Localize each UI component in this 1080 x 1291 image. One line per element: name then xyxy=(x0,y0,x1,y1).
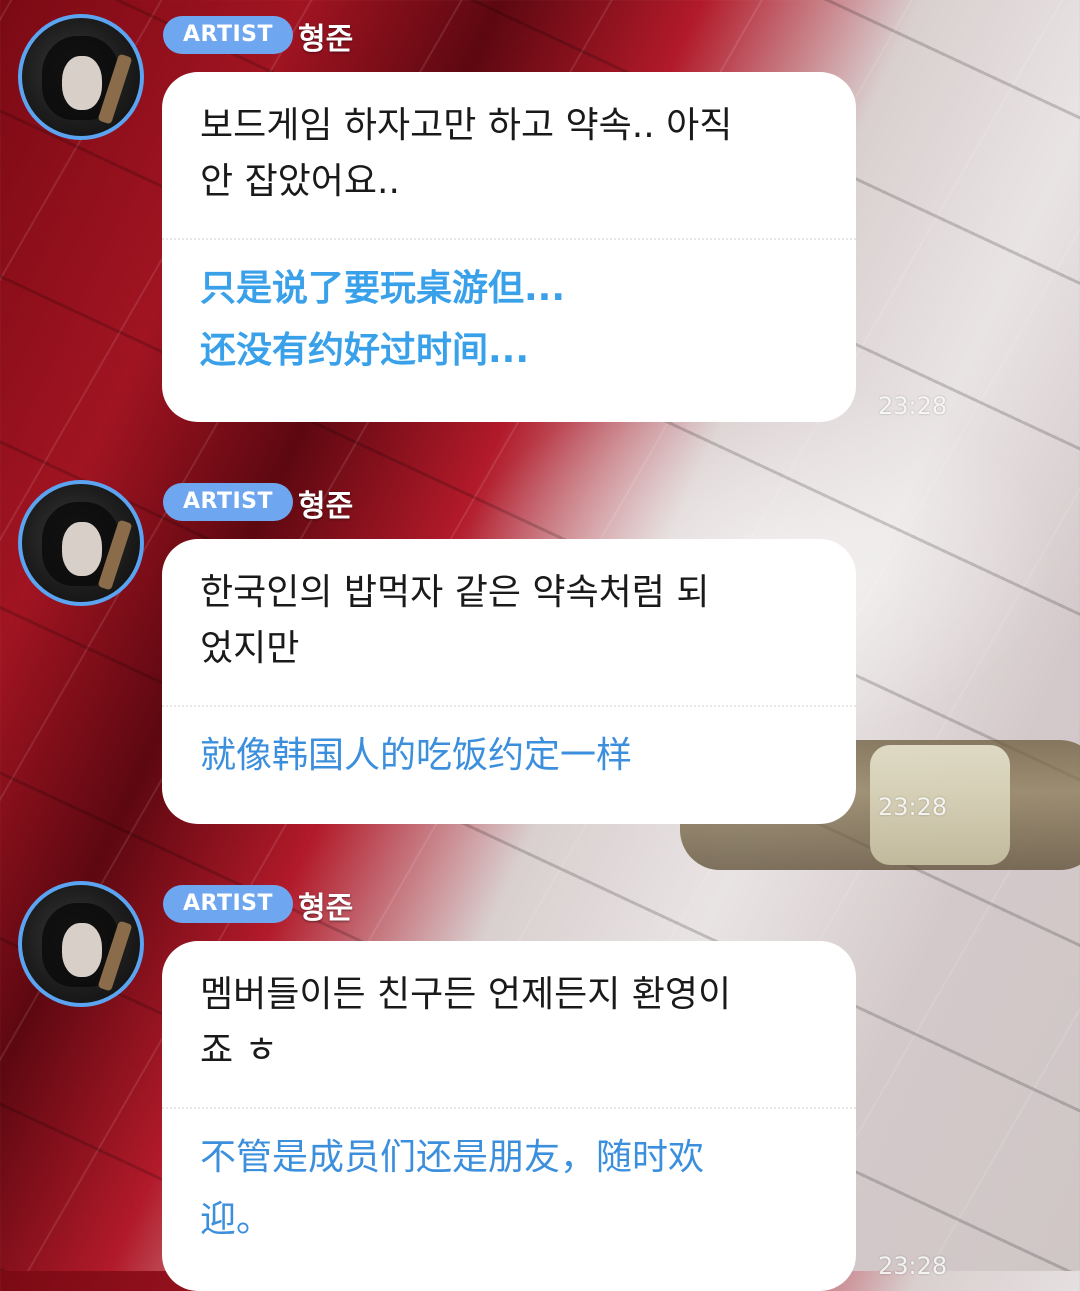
avatar-face xyxy=(62,923,102,977)
message-text: 멤버들이든 친구든 언제든지 환영이 죠 ㅎ xyxy=(200,941,818,1107)
message-timestamp: 23:28 xyxy=(878,392,948,420)
message-bubble[interactable]: 멤버들이든 친구든 언제든지 환영이 죠 ㅎ 不管是成员们还是朋友，随时欢 迎。 xyxy=(162,941,856,1291)
artist-badge: ARTIST xyxy=(163,885,294,923)
avatar[interactable] xyxy=(18,480,144,606)
translation-line: 只是说了要玩桌游但... xyxy=(200,268,566,309)
translation-text: 就像韩国人的吃饭约定一样 xyxy=(200,707,818,805)
message-text: 한국인의 밥먹자 같은 약속처럼 되 었지만 xyxy=(200,539,818,705)
message-text-line: 안 잡았어요.. xyxy=(200,161,400,202)
message-bubble[interactable]: 한국인의 밥먹자 같은 약속처럼 되 었지만 就像韩国人的吃饭约定一样 xyxy=(162,539,856,824)
translation-line: 不管是成员们还是朋友，随时欢 xyxy=(200,1137,705,1178)
translation-text: 不管是成员们还是朋友，随时欢 迎。 xyxy=(200,1109,818,1269)
avatar[interactable] xyxy=(18,14,144,140)
avatar[interactable] xyxy=(18,881,144,1007)
message-text-line: 었지만 xyxy=(200,628,300,669)
avatar-face xyxy=(62,56,102,110)
sender-name[interactable]: 형준 xyxy=(298,14,353,58)
translation-line: 迎。 xyxy=(200,1199,273,1240)
translation-text: 只是说了要玩桌游但... 还没有约好过时间... xyxy=(200,240,818,400)
sender-name[interactable]: 형준 xyxy=(298,481,353,525)
message-text-line: 멤버들이든 친구든 언제든지 환영이 xyxy=(200,974,732,1015)
message-text: 보드게임 하자고만 하고 약속.. 아직 안 잡았어요.. xyxy=(200,72,818,238)
message-timestamp: 23:28 xyxy=(878,1252,948,1280)
artist-badge: ARTIST xyxy=(163,16,294,54)
translation-line: 就像韩国人的吃饭约定一样 xyxy=(200,735,633,776)
message-text-line: 보드게임 하자고만 하고 약속.. 아직 xyxy=(200,105,733,146)
message-bubble[interactable]: 보드게임 하자고만 하고 약속.. 아직 안 잡았어요.. 只是说了要玩桌游但.… xyxy=(162,72,856,422)
message-text-line: 죠 ㅎ xyxy=(200,1030,278,1071)
avatar-face xyxy=(62,522,102,576)
sender-name[interactable]: 형준 xyxy=(298,883,353,927)
message-timestamp: 23:28 xyxy=(878,793,948,821)
translation-line: 还没有约好过时间... xyxy=(200,330,530,371)
message-text-line: 한국인의 밥먹자 같은 약속처럼 되 xyxy=(200,572,710,613)
artist-badge: ARTIST xyxy=(163,483,294,521)
